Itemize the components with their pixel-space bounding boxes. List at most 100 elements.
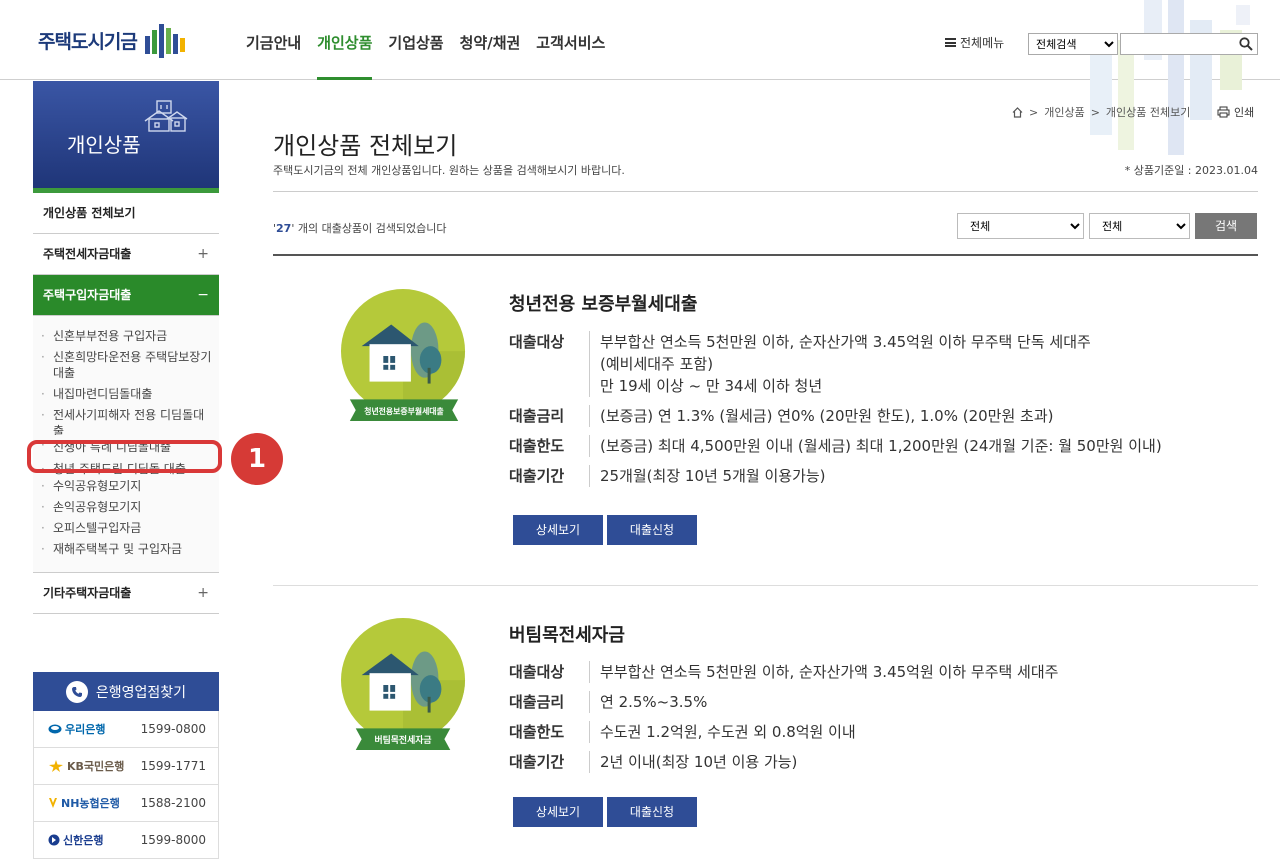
page-description: 주택도시기금의 전체 개인상품입니다. 원하는 상품을 검색해보시기 바랍니다. [273,164,625,177]
search-scope-select[interactable]: 전체검색 [1028,33,1118,55]
submenu-disaster-housing[interactable]: 재해주택복구 및 구입자금 [33,539,219,560]
sidebar-item-jeonse-loan[interactable]: 주택전세자금대출 + [33,234,219,275]
sidebar-item-label: 기타주택자금대출 [43,586,132,600]
page-title: 개인상품 전체보기 [273,132,458,160]
spec-value: (보증금) 최대 4,500만원 이내 (월세금) 최대 1,200만원 (24… [589,435,1162,457]
bank-phone: 1599-8000 [140,833,206,847]
breadcrumb: > 개인상품 > 개인상품 전체보기 [1012,104,1190,120]
category-filter-select[interactable]: 전체 [957,213,1084,239]
spec-value: (보증금) 연 1.3% (월세금) 연0% (20만원 한도), 1.0% (… [589,405,1054,427]
sidebar-item-label: 주택구입자금대출 [43,288,132,302]
sidebar-banner: 개인상품 [33,81,219,193]
nav-fund-info[interactable]: 기금안내 [246,0,301,80]
breadcrumb-separator: > [1090,105,1100,119]
bank-name: 우리은행 [65,723,106,736]
divider [273,585,1258,586]
printer-icon [1217,106,1230,118]
spec-row: 대출한도 (보증금) 최대 4,500만원 이내 (월세금) 최대 1,200만… [509,435,1162,457]
product-name: 버팀목전세자금 [509,625,625,646]
global-nav: 기금안내 개인상품 기업상품 청약/채권 고객서비스 [246,0,605,80]
spec-value: 2년 이내(최장 10년 이용 가능) [589,751,797,773]
logo-text: 주택도시기금 [38,30,138,53]
nh-icon [49,798,57,808]
filter-search-button[interactable]: 검색 [1195,213,1257,239]
spec-key: 대출한도 [509,437,565,455]
apply-loan-button[interactable]: 대출신청 [607,797,697,827]
nav-personal-products[interactable]: 개인상품 [317,0,373,80]
bank-name: NH농협은행 [61,797,120,810]
submenu-newlywed-hope-town[interactable]: 신혼희망타운전용 주택담보장기대출 [33,347,219,384]
bank-branch-finder: 은행영업점찾기 우리은행 1599-0800 KB국민은행 1599-1771 … [33,672,219,859]
plus-icon: + [197,585,209,601]
detail-button[interactable]: 상세보기 [513,797,603,827]
submenu-profit-share-mortgage[interactable]: 수익공유형모기지 [33,476,219,497]
kb-star-icon [49,760,63,772]
breadcrumb-all-products[interactable]: 개인상품 전체보기 [1106,104,1190,120]
sidebar-item-label: 개인상품 전체보기 [43,206,136,220]
bank-row[interactable]: 우리은행 1599-0800 [33,711,219,748]
bank-name: 신한은행 [63,834,104,847]
spec-row: 대출한도 수도권 1.2억원, 수도권 외 0.8억원 이내 [509,721,1058,743]
submenu-officetel-purchase[interactable]: 오피스텔구입자금 [33,518,219,539]
shinhan-bank-logo: 신한은행 [48,832,103,848]
submenu-loss-share-mortgage[interactable]: 손익공유형모기지 [33,497,219,518]
submenu-didimdol[interactable]: 내집마련디딤돌대출 [33,384,219,405]
product-actions: 상세보기 대출신청 [513,515,697,545]
house-icon [144,100,188,132]
product-actions: 상세보기 대출신청 [513,797,697,827]
spec-value: 부부합산 연소득 5천만원 이하, 순자산가액 3.45억원 이하 무주택 단독… [589,331,1091,397]
bank-row[interactable]: KB국민은행 1599-1771 [33,748,219,785]
spec-key: 대출금리 [509,693,565,711]
spec-key: 대출한도 [509,723,565,741]
all-menu-button[interactable]: 전체메뉴 [945,34,1004,51]
site-logo[interactable]: 주택도시기금 [38,22,187,58]
bank-name: KB국민은행 [67,760,125,773]
sidebar-item-purchase-loan[interactable]: 주택구입자금대출 − [33,275,219,316]
bank-finder-title: 은행영업점찾기 [95,684,187,701]
product-badge-label: 버팀목전세자금 [374,734,431,746]
bank-row[interactable]: 신한은행 1599-8000 [33,822,219,859]
sidebar-item-other-loans[interactable]: 기타주택자금대출 + [33,573,219,614]
nav-subscription-bonds[interactable]: 청약/채권 [460,0,521,80]
spec-value: 25개월(최장 10년 5개월 이용가능) [589,465,826,487]
spec-key: 대출대상 [509,333,565,351]
logo-mark-icon [144,24,185,58]
nh-bank-logo: NH농협은행 [48,795,120,811]
nav-business-products[interactable]: 기업상품 [388,0,443,80]
bank-finder-header[interactable]: 은행영업점찾기 [33,672,219,711]
search-icon[interactable] [1239,37,1253,51]
subcategory-filter-select[interactable]: 전체 [1089,213,1190,239]
sidebar-item-all-products[interactable]: 개인상품 전체보기 [33,193,219,234]
detail-button[interactable]: 상세보기 [513,515,603,545]
bank-row[interactable]: NH농협은행 1588-2100 [33,785,219,822]
divider [273,254,1258,256]
spec-value: 수도권 1.2억원, 수도권 외 0.8억원 이내 [589,721,856,743]
spec-key: 대출기간 [509,753,565,771]
spec-row: 대출대상 부부합산 연소득 5천만원 이하, 순자산가액 3.45억원 이하 무… [509,661,1058,683]
spec-row: 대출금리 연 2.5%~3.5% [509,691,1058,713]
spec-row: 대출기간 2년 이내(최장 10년 이용 가능) [509,751,1058,773]
phone-icon [65,680,88,703]
decorative-blocks [1090,0,1250,155]
bank-phone: 1588-2100 [140,796,206,810]
submenu-fraud-victim-didimdol[interactable]: 전세사기피해자 전용 디딤돌대출 [33,405,219,435]
divider [273,191,1258,192]
spec-value: 연 2.5%~3.5% [589,691,707,713]
sidebar-item-label: 주택전세자금대출 [43,247,132,261]
breadcrumb-personal-products[interactable]: 개인상품 [1044,104,1084,120]
search-input[interactable] [1121,36,1233,56]
apply-loan-button[interactable]: 대출신청 [607,515,697,545]
home-icon[interactable] [1012,106,1023,118]
sidebar-banner-title: 개인상품 [67,133,141,157]
submenu-newlywed-purchase[interactable]: 신혼부부전용 구입자금 [33,326,219,347]
search-box [1120,33,1258,56]
product-specs: 대출대상 부부합산 연소득 5천만원 이하, 순자산가액 3.45억원 이하 무… [509,331,1162,495]
count-number: 27 [276,222,292,235]
product-house-badge-icon: 버팀목전세자금 [340,618,466,750]
hamburger-icon [945,38,956,47]
kb-bank-logo: KB국민은행 [48,758,124,774]
print-label: 인쇄 [1234,106,1255,119]
print-button[interactable]: 인쇄 [1217,104,1254,120]
nav-customer-service[interactable]: 고객서비스 [536,0,605,80]
annotation-highlight-box [27,440,222,473]
